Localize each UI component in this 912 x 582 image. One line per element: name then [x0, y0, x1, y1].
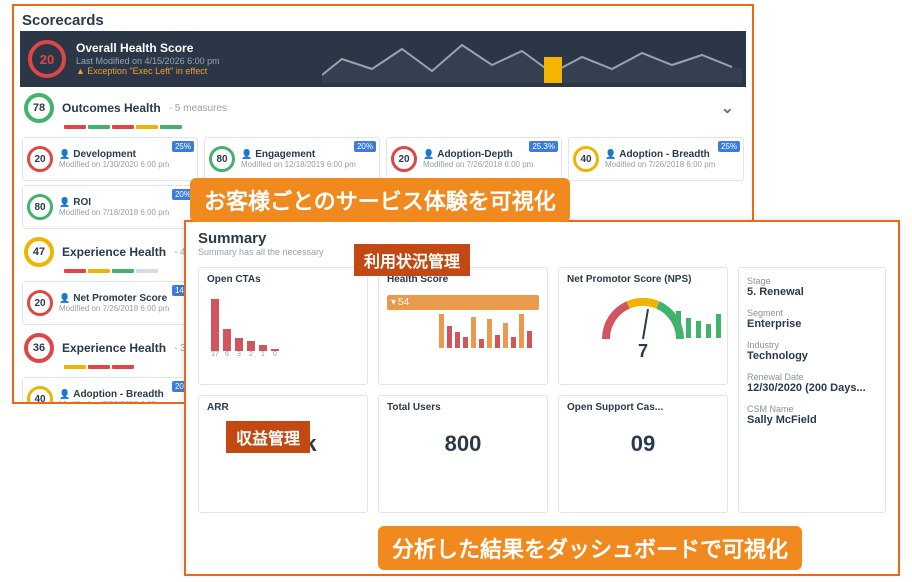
- outcomes-score-ring: 78: [24, 93, 54, 123]
- exp2-title: Experience Health: [62, 341, 166, 355]
- total-users-widget[interactable]: Total Users 800: [378, 395, 548, 513]
- outcomes-cards-row1: 20 👤Development Modified on 1/30/2020 6:…: [14, 135, 752, 183]
- measure-score-ring: 80: [27, 194, 53, 220]
- measure-date: Modified on 7/26/2018 6:00 pm: [59, 304, 169, 313]
- summary-header: Summary Summary has all the necessary: [186, 222, 898, 259]
- industry-label: Industry: [747, 340, 877, 350]
- user-icon: 👤: [605, 149, 616, 160]
- user-icon: 👤: [423, 149, 434, 160]
- csm-value: Sally McField: [747, 414, 877, 426]
- industry-value: Technology: [747, 350, 877, 362]
- total-users-title: Total Users: [387, 402, 539, 413]
- open-support-widget[interactable]: Open Support Cas... 09: [558, 395, 728, 513]
- nps-title: Net Promotor Score (NPS): [567, 274, 719, 285]
- outcomes-meta: - 5 measures: [169, 103, 227, 114]
- measure-badge: 20%: [354, 141, 376, 152]
- user-icon: 👤: [59, 197, 70, 208]
- measure-card[interactable]: 40 👤Adoption - Breadth Modified on 7/26/…: [22, 377, 198, 404]
- user-icon: 👤: [59, 293, 70, 304]
- summary-panel: Summary Summary has all the necessary Op…: [184, 220, 900, 576]
- user-icon: 👤: [241, 149, 252, 160]
- total-users-value: 800: [387, 431, 539, 457]
- measure-badge: 25%: [172, 141, 194, 152]
- measure-date: Modified on 7/18/2018 6:00 pm: [59, 208, 169, 217]
- overall-health-exception: ▲ Exception "Exec Left" in effect: [76, 66, 220, 76]
- open-support-title: Open Support Cas...: [567, 402, 719, 413]
- outcomes-segbar: [64, 125, 740, 129]
- chevron-down-icon[interactable]: ⌄: [721, 98, 734, 118]
- measure-badge: 25.3%: [529, 141, 558, 152]
- measure-name: 👤Engagement: [241, 149, 356, 160]
- open-ctas-labels: 1763210: [211, 351, 359, 358]
- measure-score-ring: 20: [391, 146, 417, 172]
- open-ctas-widget[interactable]: Open CTAs 1763210: [198, 267, 368, 385]
- health-score-bars: [439, 292, 532, 348]
- measure-score-ring: 80: [209, 146, 235, 172]
- measure-card[interactable]: 80 👤ROI Modified on 7/18/2018 6:00 pm 20…: [22, 185, 198, 229]
- measure-date: Modified on 7/26/2018 6:00 pm: [423, 160, 533, 169]
- exp2-score-ring: 36: [24, 333, 54, 363]
- nps-widget[interactable]: Net Promotor Score (NPS) 7: [558, 267, 728, 385]
- measure-score-ring: 20: [27, 146, 53, 172]
- overall-health-modified: Last Modified on 4/15/2026 6:00 pm: [76, 56, 220, 66]
- measure-score-ring: 40: [27, 386, 53, 404]
- measure-date: Modified on 7/26/2018 6:00 pm: [605, 160, 715, 169]
- measure-name: 👤Adoption - Breadth: [605, 149, 715, 160]
- measure-date: Modified on 12/18/2019 6:00 pm: [241, 160, 356, 169]
- callout-dashboard-viz: 分析した結果をダッシュボードで可視化: [378, 526, 802, 570]
- summary-grid: Open CTAs 1763210 Health Score ▾ 54 Net …: [198, 267, 728, 513]
- nps-mini-bars: [676, 292, 721, 338]
- overall-health-sparkline: [322, 35, 742, 83]
- measure-card[interactable]: 80 👤Engagement Modified on 12/18/2019 6:…: [204, 137, 380, 181]
- open-support-value: 09: [567, 431, 719, 457]
- overall-health-header[interactable]: 20 Overall Health Score Last Modified on…: [20, 31, 746, 87]
- csm-label: CSM Name: [747, 404, 877, 414]
- measure-score-ring: 20: [27, 290, 53, 316]
- exp1-score-ring: 47: [24, 237, 54, 267]
- renewal-value: 12/30/2020 (200 Days...: [747, 382, 877, 394]
- stage-label: Stage: [747, 276, 877, 286]
- measure-name: 👤ROI: [59, 197, 169, 208]
- user-icon: 👤: [59, 389, 70, 400]
- segment-value: Enterprise: [747, 318, 877, 330]
- measure-score-ring: 40: [573, 146, 599, 172]
- exp1-title: Experience Health: [62, 245, 166, 259]
- user-icon: 👤: [59, 149, 70, 160]
- overall-health-text: Overall Health Score Last Modified on 4/…: [76, 42, 220, 76]
- measure-card[interactable]: 40 👤Adoption - Breadth Modified on 7/26/…: [568, 137, 744, 181]
- callout-service-experience: お客様ごとのサービス体験を可視化: [190, 178, 570, 222]
- segment-label: Segment: [747, 308, 877, 318]
- open-ctas-title: Open CTAs: [207, 274, 359, 285]
- scorecards-title: Scorecards: [14, 6, 752, 31]
- overall-score-ring: 20: [28, 40, 66, 78]
- measure-card[interactable]: 20 👤Net Promoter Score Modified on 7/26/…: [22, 281, 198, 325]
- outcomes-title: Outcomes Health: [62, 101, 161, 115]
- callout-usage-management: 利用状況管理: [354, 244, 470, 276]
- arr-title: ARR: [207, 402, 359, 413]
- measure-name: 👤Net Promoter Score: [59, 293, 169, 304]
- open-ctas-bars: [211, 295, 359, 351]
- measure-date: Modified on 1/30/2020 6:00 pm: [59, 160, 169, 169]
- stage-value: 5. Renewal: [747, 286, 877, 298]
- summary-sidebar: Stage5. Renewal SegmentEnterprise Indust…: [738, 267, 886, 513]
- summary-subtitle: Summary has all the necessary: [198, 247, 886, 257]
- measure-date: Modified on 7/26/2018 6:00 pm: [59, 400, 169, 404]
- measure-card[interactable]: 20 👤Development Modified on 1/30/2020 6:…: [22, 137, 198, 181]
- summary-title: Summary: [198, 230, 886, 247]
- health-score-widget[interactable]: Health Score ▾ 54: [378, 267, 548, 385]
- outcomes-health-row[interactable]: 78 Outcomes Health - 5 measures ⌄: [14, 87, 752, 125]
- measure-name: 👤Development: [59, 149, 169, 160]
- measure-name: 👤Adoption-Depth: [423, 149, 533, 160]
- measure-name: 👤Adoption - Breadth: [59, 389, 169, 400]
- measure-badge: 25%: [718, 141, 740, 152]
- renewal-label: Renewal Date: [747, 372, 877, 382]
- callout-revenue-management: 収益管理: [226, 421, 310, 453]
- measure-card[interactable]: 20 👤Adoption-Depth Modified on 7/26/2018…: [386, 137, 562, 181]
- overall-health-title: Overall Health Score: [76, 42, 220, 56]
- arr-widget[interactable]: ARR $ 542k: [198, 395, 368, 513]
